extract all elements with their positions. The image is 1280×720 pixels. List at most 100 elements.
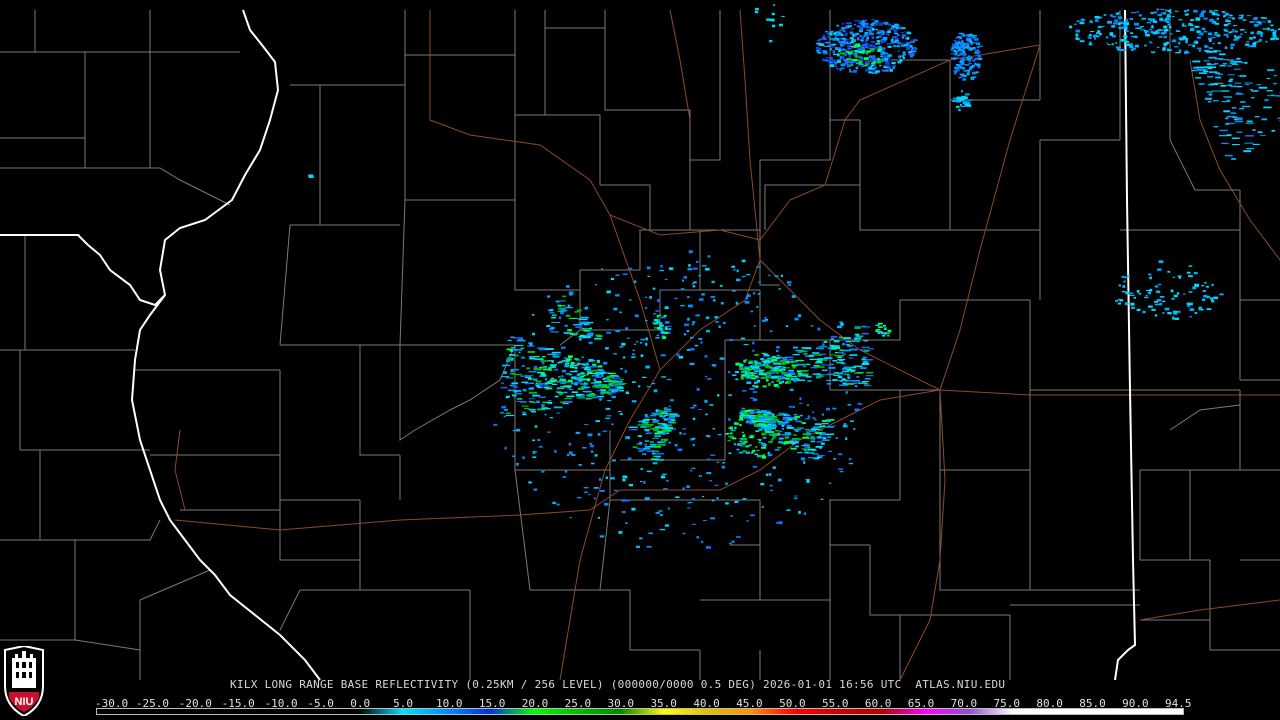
echo-pixel bbox=[847, 376, 851, 379]
echo-pixel bbox=[1220, 90, 1230, 92]
echo-pixel bbox=[856, 25, 861, 28]
echo-pixel bbox=[866, 29, 872, 31]
echo-pixel bbox=[1128, 292, 1134, 294]
echo-pixel bbox=[645, 337, 648, 341]
echo-pixel bbox=[1183, 293, 1186, 295]
echo-pixel bbox=[878, 24, 884, 26]
echo-pixel bbox=[1193, 9, 1198, 13]
echo-pixel bbox=[1069, 25, 1073, 29]
echo-pixel bbox=[958, 32, 964, 35]
echo-pixel bbox=[954, 66, 959, 69]
echo-pixel bbox=[776, 414, 783, 416]
echo-pixel bbox=[1235, 36, 1240, 40]
echo-pixel bbox=[562, 402, 569, 405]
echo-pixel bbox=[739, 363, 743, 366]
echo-pixel bbox=[1203, 70, 1209, 73]
echo-pixel bbox=[536, 385, 540, 387]
echo-pixel bbox=[552, 501, 556, 505]
echo-pixel bbox=[856, 65, 860, 68]
echo-pixel bbox=[866, 25, 869, 28]
echo-pixel bbox=[735, 371, 739, 374]
echo-pixel bbox=[562, 476, 566, 478]
echo-pixel bbox=[555, 300, 560, 303]
echo-pixel bbox=[1243, 150, 1252, 153]
echo-pixel bbox=[632, 353, 636, 356]
echo-pixel bbox=[1232, 85, 1237, 87]
echo-pixel bbox=[649, 441, 654, 443]
echo-pixel bbox=[1236, 85, 1243, 88]
echo-pixel bbox=[748, 361, 753, 364]
echo-pixel bbox=[550, 365, 556, 368]
echo-pixel bbox=[722, 462, 725, 464]
echo-pixel bbox=[535, 380, 542, 383]
echo-pixel bbox=[664, 278, 668, 280]
echo-pixel bbox=[851, 53, 856, 55]
echo-pixel bbox=[594, 454, 598, 457]
echo-pixel bbox=[761, 455, 767, 459]
echo-pixel bbox=[493, 423, 498, 426]
echo-pixel bbox=[816, 50, 820, 52]
echo-pixel bbox=[589, 393, 594, 395]
echo-pixel bbox=[1088, 34, 1092, 36]
echo-pixel bbox=[889, 28, 895, 30]
echo-pixel bbox=[913, 48, 916, 50]
echo-pixel bbox=[716, 461, 720, 463]
echo-pixel bbox=[1198, 83, 1206, 85]
echo-pixel bbox=[587, 367, 590, 369]
echo-pixel bbox=[769, 473, 772, 476]
echo-pixel bbox=[500, 387, 508, 389]
echo-pixel bbox=[1212, 12, 1216, 16]
echo-pixel bbox=[1222, 63, 1227, 65]
echo-pixel bbox=[667, 507, 670, 510]
echo-pixel bbox=[629, 426, 638, 428]
echo-pixel bbox=[1163, 42, 1168, 46]
echo-pixel bbox=[613, 353, 617, 355]
echo-pixel bbox=[959, 99, 962, 102]
echo-pixel bbox=[661, 475, 666, 479]
echo-pixel bbox=[794, 317, 799, 321]
echo-pixel bbox=[587, 433, 593, 437]
echo-pixel bbox=[650, 428, 659, 430]
echo-pixel bbox=[575, 326, 583, 328]
echo-pixel bbox=[1118, 284, 1121, 287]
echo-pixel bbox=[1274, 38, 1279, 40]
echo-pixel bbox=[853, 428, 856, 430]
echo-pixel bbox=[961, 95, 966, 99]
echo-pixel bbox=[830, 338, 834, 340]
echo-pixel bbox=[862, 381, 869, 383]
echo-pixel bbox=[533, 488, 538, 491]
echo-pixel bbox=[528, 371, 537, 373]
echo-pixel bbox=[1186, 271, 1191, 274]
echo-pixel bbox=[701, 293, 705, 296]
echo-pixel bbox=[781, 372, 786, 375]
echo-pixel bbox=[847, 47, 851, 50]
county-line bbox=[404, 85, 515, 201]
echo-pixel bbox=[786, 509, 791, 511]
echo-pixel bbox=[663, 488, 668, 490]
echo-pixel bbox=[1270, 24, 1274, 27]
echo-pixel bbox=[758, 439, 761, 442]
county-line bbox=[0, 138, 86, 169]
echo-pixel bbox=[778, 521, 783, 525]
echo-pixel bbox=[1226, 35, 1229, 38]
echo-pixel bbox=[776, 379, 781, 382]
echo-pixel bbox=[878, 46, 882, 49]
echo-pixel bbox=[971, 72, 977, 75]
echo-pixel bbox=[1265, 41, 1268, 43]
echo-pixel bbox=[1144, 44, 1147, 47]
echo-pixel bbox=[878, 326, 883, 328]
echo-pixel bbox=[1125, 44, 1130, 47]
echo-pixel bbox=[1154, 303, 1160, 306]
echo-pixel bbox=[885, 64, 891, 67]
echo-pixel bbox=[860, 22, 863, 24]
echo-pixel bbox=[1213, 296, 1218, 300]
echo-pixel bbox=[515, 392, 523, 395]
echo-pixel bbox=[781, 421, 790, 423]
echo-pixel bbox=[838, 47, 842, 49]
echo-pixel bbox=[532, 439, 536, 442]
echo-pixel bbox=[1178, 49, 1181, 53]
echo-pixel bbox=[1267, 27, 1270, 31]
echo-pixel bbox=[693, 404, 697, 407]
echo-pixel bbox=[823, 52, 828, 55]
echo-pixel bbox=[637, 421, 646, 423]
